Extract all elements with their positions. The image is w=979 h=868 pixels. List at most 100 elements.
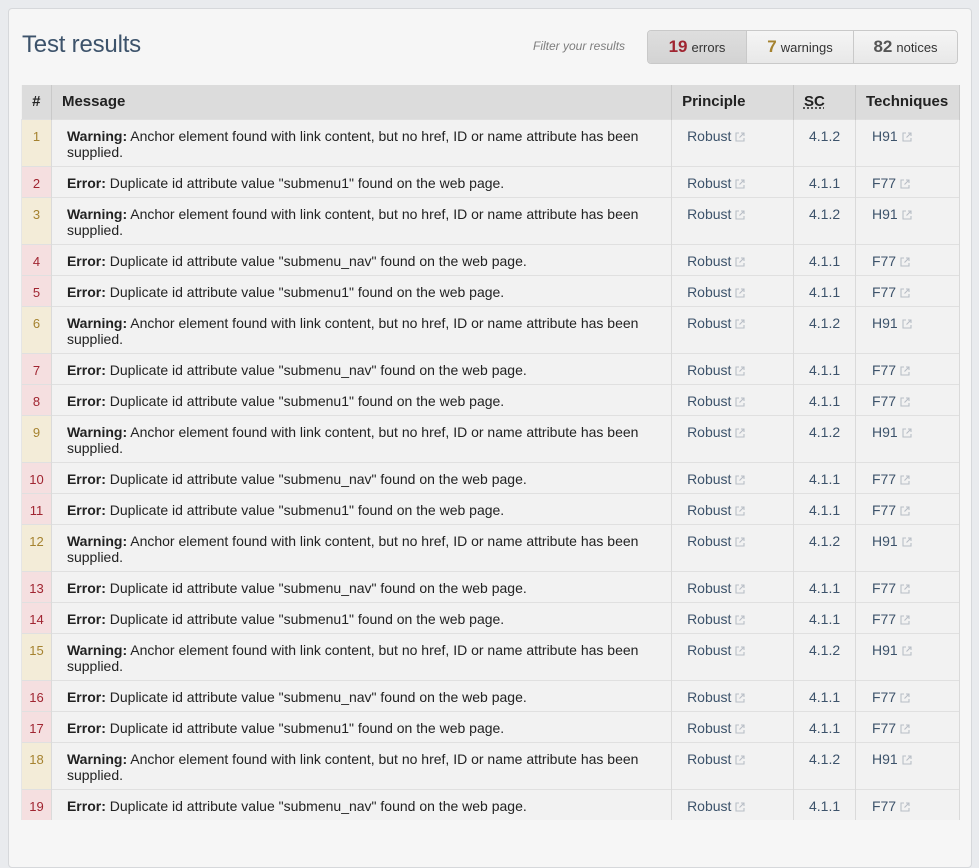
external-link-icon [735, 583, 745, 594]
principle-text: Robust [687, 501, 732, 518]
row-principle-link[interactable]: Robust [671, 165, 794, 197]
external-link-icon [735, 427, 745, 438]
filter-label: Filter your results [533, 39, 626, 53]
row-number: 12 [21, 523, 52, 571]
row-number: 5 [21, 274, 52, 306]
external-link-icon [900, 287, 910, 298]
principle-text: Robust [687, 641, 732, 658]
filter-warnings-button[interactable]: 7 warnings [746, 31, 853, 63]
row-technique-link[interactable]: H91 [855, 741, 961, 789]
external-link-icon [900, 692, 910, 703]
row-technique-link[interactable]: F77 [855, 601, 961, 633]
column-header-message: Message [51, 85, 673, 119]
row-principle-link[interactable]: Robust [671, 679, 794, 711]
external-link-icon [735, 645, 745, 656]
external-link-icon [735, 256, 745, 267]
external-link-icon [735, 536, 745, 547]
row-technique-link[interactable]: H91 [855, 414, 961, 462]
filter-notices-button[interactable]: 82 notices [853, 31, 957, 63]
row-principle-link[interactable]: Robust [671, 305, 794, 353]
message-type-label: Error: [66, 719, 106, 736]
column-header-number: # [21, 85, 52, 119]
external-link-icon [735, 801, 745, 812]
table-row: 11 Error: Duplicate id attribute value "s… [21, 492, 961, 524]
filter-errors-button[interactable]: 19 errors [648, 31, 746, 63]
row-technique-link[interactable]: F77 [855, 570, 961, 602]
notices-count: 82 [873, 37, 893, 56]
row-principle-link[interactable]: Robust [671, 352, 794, 384]
row-sc: 4.1.2 [793, 118, 856, 166]
row-principle-link[interactable]: Robust [671, 414, 794, 462]
row-message: Error: Duplicate id attribute value "sub… [51, 788, 673, 820]
external-link-icon [902, 318, 912, 329]
principle-text: Robust [687, 719, 732, 736]
message-text: Duplicate id attribute value "submenu_na… [109, 688, 527, 705]
row-principle-link[interactable]: Robust [671, 601, 794, 633]
table-row: 13 Error: Duplicate id attribute value "s… [21, 570, 961, 602]
row-technique-link[interactable]: F77 [855, 492, 961, 524]
row-principle-link[interactable]: Robust [671, 788, 794, 820]
row-number: 2 [21, 165, 52, 197]
row-technique-link[interactable]: F77 [855, 165, 961, 197]
row-sc: 4.1.2 [793, 305, 856, 353]
row-technique-link[interactable]: F77 [855, 679, 961, 711]
row-principle-link[interactable]: Robust [671, 710, 794, 742]
table-row: 2 Error: Duplicate id attribute value "su… [21, 165, 961, 197]
message-text: Duplicate id attribute value "submenu1" … [109, 174, 505, 191]
row-message: Error: Duplicate id attribute value "sub… [51, 383, 673, 415]
row-technique-link[interactable]: F77 [855, 352, 961, 384]
external-link-icon [735, 318, 745, 329]
row-principle-link[interactable]: Robust [671, 196, 794, 244]
row-message: Error: Duplicate id attribute value "sub… [51, 461, 673, 493]
row-technique-link[interactable]: H91 [855, 523, 961, 571]
message-type-label: Error: [66, 470, 106, 487]
row-technique-link[interactable]: H91 [855, 632, 961, 680]
row-technique-link[interactable]: H91 [855, 196, 961, 244]
row-technique-link[interactable]: F77 [855, 788, 961, 820]
principle-text: Robust [687, 610, 732, 627]
row-principle-link[interactable]: Robust [671, 118, 794, 166]
row-principle-link[interactable]: Robust [671, 243, 794, 275]
external-link-icon [900, 505, 910, 516]
row-technique-link[interactable]: F77 [855, 274, 961, 306]
technique-text: F77 [871, 501, 897, 518]
row-technique-link[interactable]: F77 [855, 243, 961, 275]
principle-text: Robust [687, 361, 732, 378]
row-sc: 4.1.1 [793, 601, 856, 633]
row-principle-link[interactable]: Robust [671, 274, 794, 306]
row-principle-link[interactable]: Robust [671, 383, 794, 415]
row-principle-link[interactable]: Robust [671, 523, 794, 571]
table-header-row: # Message Principle SC Techniques [21, 85, 961, 119]
row-technique-link[interactable]: F77 [855, 710, 961, 742]
row-technique-link[interactable]: F77 [855, 383, 961, 415]
row-sc: 4.1.2 [793, 414, 856, 462]
row-technique-link[interactable]: H91 [855, 118, 961, 166]
row-technique-link[interactable]: F77 [855, 461, 961, 493]
row-sc: 4.1.1 [793, 710, 856, 742]
principle-text: Robust [687, 797, 732, 814]
row-number: 3 [21, 196, 52, 244]
row-principle-link[interactable]: Robust [671, 461, 794, 493]
table-row: 14 Error: Duplicate id attribute value "s… [21, 601, 961, 633]
principle-text: Robust [687, 314, 732, 331]
row-principle-link[interactable]: Robust [671, 492, 794, 524]
message-text: Duplicate id attribute value "submenu_na… [109, 797, 527, 814]
technique-text: F77 [871, 719, 897, 736]
row-sc: 4.1.1 [793, 492, 856, 524]
row-number: 14 [21, 601, 52, 633]
row-principle-link[interactable]: Robust [671, 632, 794, 680]
principle-text: Robust [687, 205, 732, 222]
technique-text: F77 [871, 252, 897, 269]
row-technique-link[interactable]: H91 [855, 305, 961, 353]
row-sc: 4.1.2 [793, 196, 856, 244]
row-principle-link[interactable]: Robust [671, 741, 794, 789]
row-message: Warning: Anchor element found with link … [51, 632, 673, 680]
message-type-label: Error: [66, 283, 106, 300]
row-message: Error: Duplicate id attribute value "sub… [51, 274, 673, 306]
row-principle-link[interactable]: Robust [671, 570, 794, 602]
technique-text: H91 [871, 205, 898, 222]
row-number: 17 [21, 710, 52, 742]
message-type-label: Error: [66, 579, 106, 596]
row-message: Error: Duplicate id attribute value "sub… [51, 679, 673, 711]
row-message: Warning: Anchor element found with link … [51, 414, 673, 462]
